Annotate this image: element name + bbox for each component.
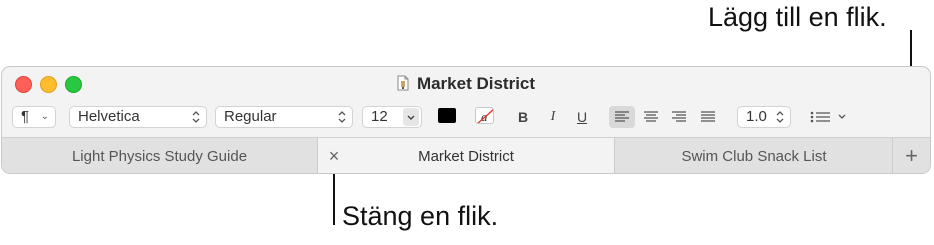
plus-icon: + (905, 143, 918, 168)
text-document-icon (397, 75, 409, 91)
tab-market-district[interactable]: Market District (318, 138, 614, 173)
typeface-value: Regular (224, 108, 277, 125)
tab-label: Market District (418, 148, 514, 165)
align-right-icon (672, 111, 686, 122)
close-tab-button[interactable]: × (321, 138, 347, 173)
list-bullets-popup[interactable] (806, 106, 850, 128)
tab-bar: Light Physics Study Guide Market Distric… (2, 137, 930, 173)
no-color-icon: a (477, 108, 493, 123)
callout-add-tab: Lägg till en flik. (708, 2, 887, 32)
justify-button[interactable] (695, 106, 721, 128)
underline-button[interactable]: U (573, 106, 591, 128)
up-down-arrows-icon (192, 111, 200, 123)
window-title-text: Market District (416, 74, 536, 93)
window-title: Market District (2, 74, 930, 94)
callout-close-tab: Stäng en flik. (342, 201, 499, 231)
chevron-down-icon: ⌄ (40, 111, 49, 122)
typeface-popup[interactable]: Regular (215, 106, 353, 128)
chevron-down-icon (407, 115, 415, 120)
font-family-popup[interactable]: Helvetica (69, 106, 207, 128)
tab-light-physics-study-guide[interactable]: Light Physics Study Guide (2, 138, 317, 173)
text-color-well[interactable] (438, 108, 456, 123)
tab-label: Light Physics Study Guide (71, 148, 248, 165)
align-left-icon (615, 111, 629, 122)
align-left-button[interactable] (609, 106, 635, 128)
font-size-dropdown-button[interactable] (403, 108, 419, 126)
title-bar: Market District (2, 67, 930, 101)
align-center-button[interactable] (638, 106, 664, 128)
alignment-segmented-control (609, 106, 721, 128)
justify-icon (701, 111, 715, 122)
align-center-icon (644, 111, 658, 122)
bulleted-list-icon (810, 111, 846, 123)
align-right-button[interactable] (666, 106, 692, 128)
line-spacing-popup[interactable]: 1.0 (737, 106, 791, 128)
text-background-color-well[interactable]: a (475, 107, 494, 124)
format-toolbar: ¶ ⌄ Helvetica Regular 12 a B I U 1.0 (2, 103, 930, 133)
tab-swim-club-snack-list[interactable]: Swim Club Snack List (615, 138, 893, 173)
paragraph-style-popup[interactable]: ¶ ⌄ (12, 106, 56, 128)
italic-button[interactable]: I (544, 106, 562, 128)
bold-button[interactable]: B (514, 106, 532, 128)
add-tab-button[interactable]: + (892, 138, 930, 173)
textedit-window: Market District ¶ ⌄ Helvetica Regular 12… (1, 66, 931, 174)
font-size-combobox[interactable]: 12 (362, 106, 422, 128)
tab-label: Swim Club Snack List (681, 148, 827, 165)
font-family-value: Helvetica (78, 108, 140, 125)
up-down-arrows-icon (338, 111, 346, 123)
close-icon: × (328, 146, 340, 166)
line-spacing-value: 1.0 (746, 108, 767, 125)
up-down-arrows-icon (776, 111, 784, 123)
paragraph-style-symbol: ¶ (21, 108, 30, 125)
font-size-value: 12 (371, 108, 388, 125)
